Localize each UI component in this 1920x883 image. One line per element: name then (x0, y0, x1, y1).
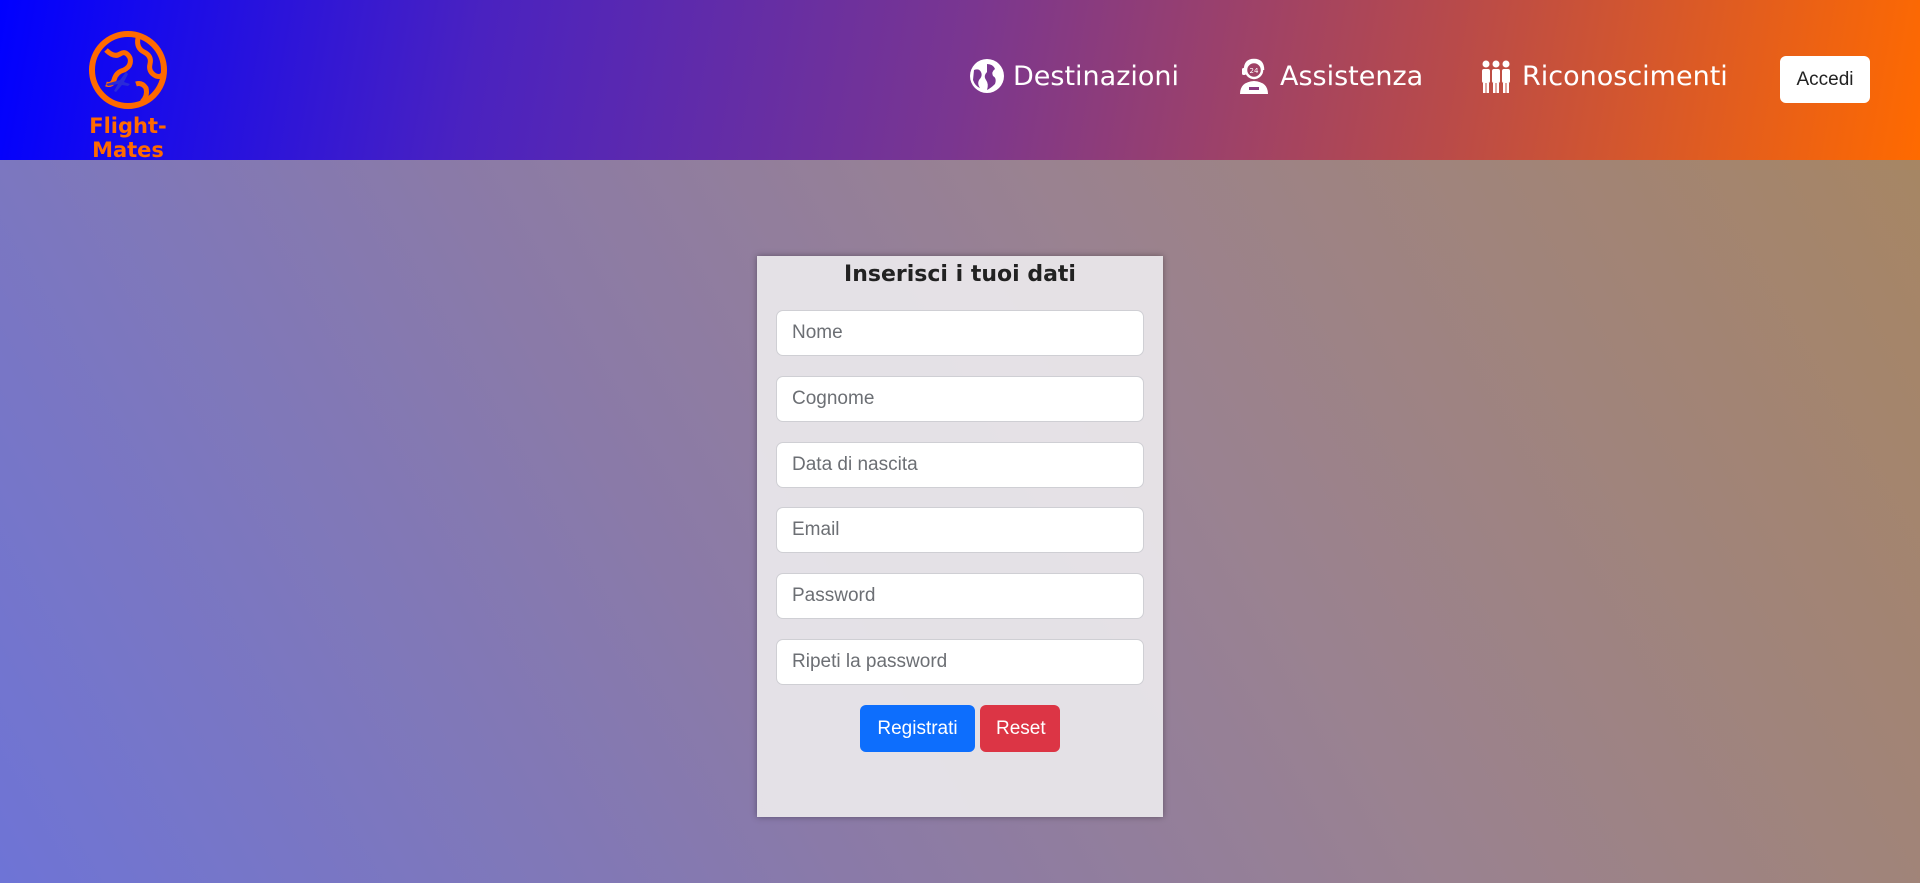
repeat-password-input[interactable] (776, 639, 1144, 685)
nav-link-destinazioni[interactable]: Destinazioni (969, 58, 1179, 94)
reset-button[interactable]: Reset (980, 705, 1060, 752)
nome-input[interactable] (776, 310, 1144, 356)
cognome-input[interactable] (776, 376, 1144, 422)
crew-icon (1478, 58, 1514, 94)
nav-link-label: Destinazioni (1013, 60, 1180, 92)
support-agent-icon: 24 (1236, 58, 1272, 94)
globe-icon (969, 58, 1005, 94)
email-input[interactable] (776, 507, 1144, 553)
form-title: Inserisci i tuoi dati (844, 262, 1076, 287)
svg-text:24: 24 (1250, 67, 1259, 75)
registration-form: Inserisci i tuoi dati Registrati Reset (757, 256, 1163, 817)
brand-logo[interactable]: Flight-Mates (58, 28, 198, 162)
password-input[interactable] (776, 573, 1144, 619)
nav-link-label: Riconoscimenti (1522, 60, 1728, 92)
register-button[interactable]: Registrati (860, 705, 975, 752)
form-actions: Registrati Reset (757, 705, 1163, 752)
login-button[interactable]: Accedi (1780, 56, 1870, 103)
nav-link-assistenza[interactable]: 24 Assistenza (1236, 58, 1423, 94)
nav-link-riconoscimenti[interactable]: Riconoscimenti (1478, 58, 1728, 94)
navbar: Flight-Mates Destinazioni 24 Assistenza (0, 0, 1920, 162)
nav-link-label: Assistenza (1280, 60, 1424, 92)
birthdate-input[interactable] (776, 442, 1144, 488)
brand-name: Flight-Mates (89, 114, 167, 162)
globe-plane-logo-icon (89, 31, 167, 109)
